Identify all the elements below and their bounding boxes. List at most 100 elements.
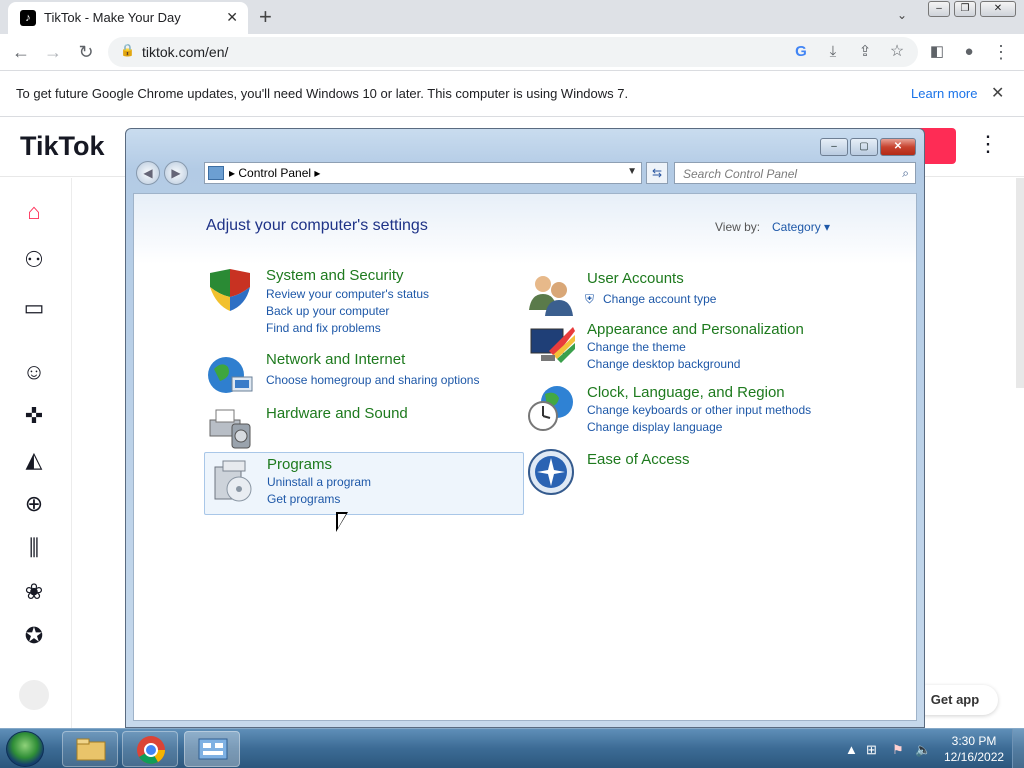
browser-tab[interactable]: ♪ TikTok - Make Your Day ✕ — [8, 2, 248, 34]
category-title[interactable]: System and Security — [266, 267, 404, 284]
search-placeholder: Search Control Panel — [683, 167, 798, 181]
chrome-menu-icon[interactable]: ⋮ — [990, 42, 1012, 62]
tab-title: TikTok - Make Your Day — [44, 10, 181, 25]
forward-arrow-icon[interactable]: → — [42, 42, 64, 62]
start-button[interactable] — [6, 731, 44, 767]
following-icon[interactable]: ⚇ — [18, 244, 50, 276]
category-ease-of-access: Ease of Access — [527, 448, 847, 498]
back-nav-button[interactable]: ◀ — [136, 161, 160, 185]
windows-taskbar: ▲ ⊞ ⚑ 🔈 3:30 PM 12/16/2022 — [0, 728, 1024, 768]
home-icon[interactable]: ⌂ — [18, 196, 50, 228]
category-clock-language-region: Clock, Language, and Region Change keybo… — [527, 384, 867, 438]
category-link[interactable]: Change keyboards or other input methods — [587, 403, 811, 417]
cp-maximize-button[interactable]: ▢ — [850, 138, 878, 156]
page-scrollbar[interactable] — [1016, 178, 1024, 388]
printer-icon[interactable] — [206, 402, 256, 452]
category-title[interactable]: Ease of Access — [587, 451, 690, 468]
category-link[interactable]: Change display language — [587, 420, 722, 434]
live-video-icon[interactable]: ▭ — [18, 292, 50, 324]
tiktok-sidebar: ⌂ ⚇ ▭ ☺ ✜ ◭ ⊕ ⫼ ❀ ✪ — [0, 178, 72, 728]
category-title[interactable]: User Accounts — [587, 270, 684, 287]
achievement-medal-icon[interactable]: ✪ — [18, 620, 50, 652]
forward-nav-button[interactable]: ▶ — [164, 161, 188, 185]
side-panel-icon[interactable]: ◧ — [926, 42, 948, 62]
category-title[interactable]: Programs — [267, 456, 332, 473]
reload-icon[interactable]: ↻ — [75, 42, 97, 62]
tiktok-favicon-icon: ♪ — [20, 10, 36, 26]
close-window-button[interactable]: ✕ — [980, 1, 1016, 17]
comedy-icon[interactable]: ☺ — [18, 356, 50, 388]
search-icon[interactable]: ⌕ — [902, 166, 909, 181]
beauty-comb-icon[interactable]: ⫼ — [18, 532, 50, 564]
ease-of-access-icon[interactable] — [527, 448, 577, 498]
share-icon[interactable]: ⇪ — [854, 42, 876, 62]
url-text: tiktok.com/en/ — [142, 44, 229, 60]
category-title[interactable]: Network and Internet — [266, 351, 405, 368]
category-link[interactable]: Back up your computer — [266, 304, 389, 318]
chrome-taskbar-button[interactable] — [122, 731, 178, 767]
view-by-label: View by: — [715, 220, 761, 234]
browser-tab-strip: ♪ TikTok - Make Your Day ✕ + ⌄ ‒ ❐ ✕ — [0, 0, 1024, 34]
tab-search-chevron-icon[interactable]: ⌄ — [897, 8, 907, 22]
new-tab-button[interactable]: + — [259, 4, 272, 30]
more-options-icon[interactable]: ⋮ — [977, 131, 999, 157]
category-link[interactable]: Uninstall a program — [267, 475, 371, 489]
breadcrumb[interactable]: ▸ Control Panel ▸ — [229, 166, 320, 180]
volume-icon[interactable]: 🔈 — [915, 742, 931, 758]
category-title[interactable]: Clock, Language, and Region — [587, 384, 785, 401]
folder-icon — [76, 738, 106, 761]
refresh-icon[interactable]: ⇆ — [646, 162, 668, 184]
update-infobar: To get future Google Chrome updates, you… — [0, 71, 1024, 117]
animals-paw-icon[interactable]: ❀ — [18, 576, 50, 608]
category-link[interactable]: Change the theme — [587, 340, 686, 354]
action-center-flag-icon[interactable]: ⚑ — [892, 742, 904, 758]
control-panel-icon — [198, 738, 228, 760]
minimize-window-button[interactable]: ‒ — [928, 1, 950, 17]
restore-window-button[interactable]: ❐ — [954, 1, 976, 17]
avatar[interactable] — [19, 680, 49, 710]
tiktok-logo[interactable]: TikTok — [20, 131, 105, 162]
category-link[interactable]: Change desktop background — [587, 357, 740, 371]
security-shield-icon[interactable] — [206, 267, 256, 317]
address-dropdown-icon[interactable]: ▼ — [627, 166, 637, 177]
profile-avatar-icon[interactable]: ● — [958, 42, 980, 62]
search-input[interactable]: Search Control Panel ⌕ — [674, 162, 916, 184]
category-title[interactable]: Hardware and Sound — [266, 405, 408, 422]
back-arrow-icon[interactable]: ← — [10, 42, 32, 62]
google-lens-icon[interactable]: G — [790, 42, 812, 62]
control-panel-window: ‒ ▢ ✕ ◀ ▶ ▸ Control Panel ▸ ▼ ⇆ Search C… — [125, 128, 925, 728]
infobar-close-icon[interactable]: ✕ — [991, 83, 1004, 103]
cp-close-button[interactable]: ✕ — [880, 138, 916, 156]
show-desktop-button[interactable] — [1012, 729, 1024, 768]
bookmark-star-icon[interactable]: ☆ — [886, 42, 908, 62]
learn-more-link[interactable]: Learn more — [911, 86, 977, 101]
tab-close-icon[interactable]: ✕ — [226, 9, 238, 26]
appearance-monitor-icon[interactable] — [527, 321, 577, 371]
install-app-icon[interactable]: ⤓ — [822, 42, 844, 62]
network-globe-icon[interactable] — [206, 351, 256, 401]
clock-globe-icon[interactable] — [527, 384, 577, 434]
sports-icon[interactable]: ⊕ — [18, 488, 50, 520]
cp-minimize-button[interactable]: ‒ — [820, 138, 848, 156]
category-link[interactable]: Change account type — [603, 292, 716, 306]
category-link[interactable]: Find and fix problems — [266, 321, 381, 335]
control-panel-taskbar-button[interactable] — [184, 731, 240, 767]
programs-box-icon[interactable] — [209, 457, 259, 507]
lock-icon[interactable]: 🔒 — [120, 43, 135, 57]
category-appearance: Appearance and Personalization Change th… — [527, 321, 867, 371]
explorer-taskbar-button[interactable] — [62, 731, 118, 767]
network-tray-icon[interactable]: ⊞ — [866, 742, 877, 758]
clock-date[interactable]: 12/16/2022 — [944, 750, 1004, 764]
category-title[interactable]: Appearance and Personalization — [587, 321, 804, 338]
gaming-icon[interactable]: ✜ — [18, 400, 50, 432]
category-link[interactable]: Review your computer's status — [266, 287, 429, 301]
category-link[interactable]: Choose homegroup and sharing options — [266, 373, 479, 387]
cp-address-bar[interactable]: ▸ Control Panel ▸ ▼ — [204, 162, 642, 184]
show-hidden-icons-icon[interactable]: ▲ — [845, 742, 858, 757]
food-icon[interactable]: ◭ — [18, 444, 50, 476]
users-icon[interactable] — [527, 270, 577, 320]
clock-time[interactable]: 3:30 PM — [944, 734, 1004, 748]
infobar-message: To get future Google Chrome updates, you… — [16, 86, 629, 101]
category-link[interactable]: Get programs — [267, 492, 340, 506]
view-by-dropdown[interactable]: Category ▾ — [772, 220, 830, 234]
